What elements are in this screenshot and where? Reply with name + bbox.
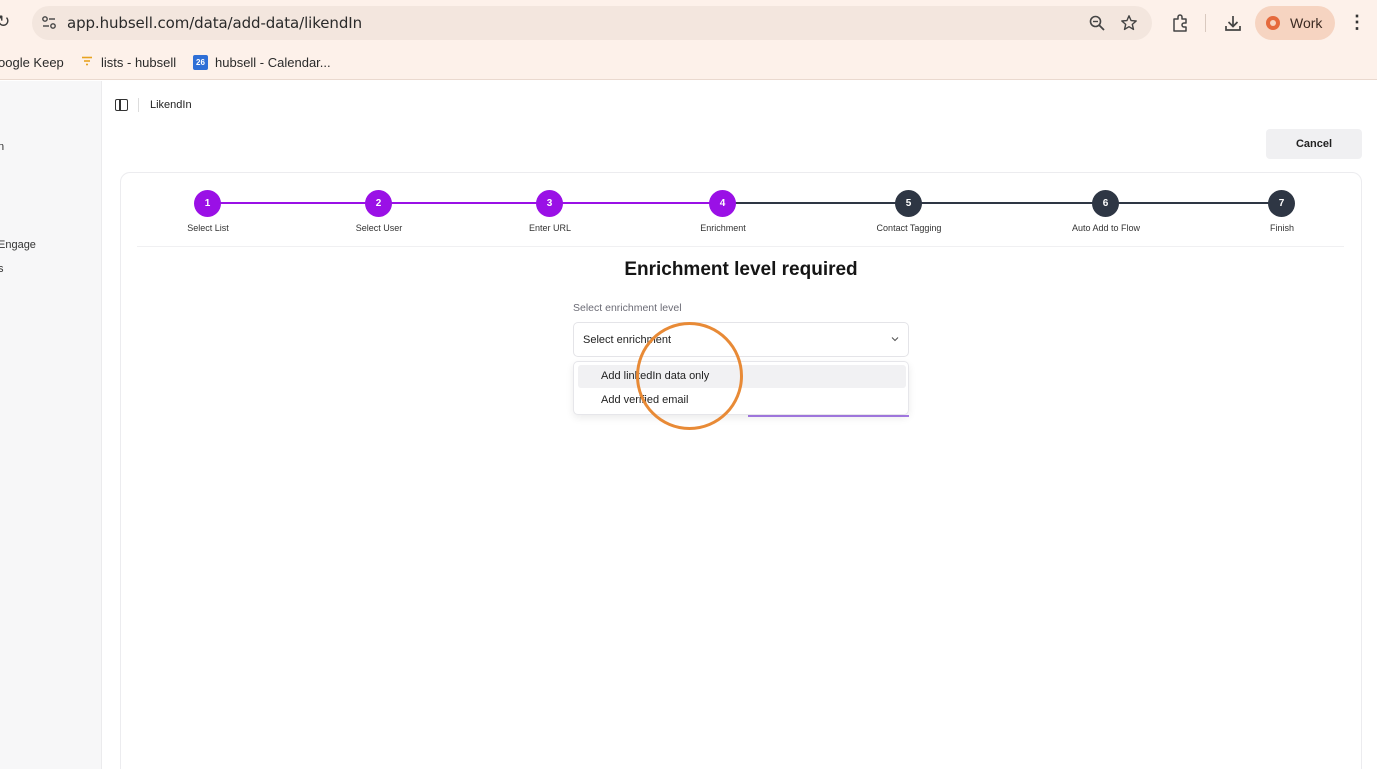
step-3-circle[interactable]: 3 bbox=[536, 190, 563, 217]
zoom-icon[interactable] bbox=[1088, 14, 1106, 32]
step-6-label: Auto Add to Flow bbox=[1071, 223, 1141, 233]
select-value: Select enrichment bbox=[583, 334, 672, 346]
step-connector bbox=[379, 202, 550, 204]
step-3-label: Enter URL bbox=[528, 223, 572, 233]
site-info-icon[interactable] bbox=[40, 14, 58, 32]
step-4-label: Enrichment bbox=[700, 223, 746, 233]
sidebar-toggle-icon[interactable] bbox=[115, 99, 128, 111]
step-connector bbox=[550, 202, 723, 204]
step-connector bbox=[723, 202, 909, 204]
profile-avatar-icon bbox=[1266, 16, 1280, 30]
section-heading: Enrichment level required bbox=[624, 259, 858, 280]
sidebar-item-1[interactable]: n bbox=[0, 141, 4, 153]
enrichment-dropdown-menu: Add linkedIn data only Add verified emai… bbox=[573, 361, 909, 415]
browser-toolbar: ↻ app.hubsell.com/data/add-data/likendIn… bbox=[0, 0, 1377, 46]
step-6-circle[interactable]: 6 bbox=[1092, 190, 1119, 217]
stepper-divider bbox=[137, 246, 1344, 247]
option-linkedin-data-only[interactable]: Add linkedIn data only bbox=[578, 365, 906, 388]
step-7-label: Finish bbox=[1269, 223, 1295, 233]
enrichment-select[interactable]: Select enrichment bbox=[573, 322, 909, 357]
cancel-button[interactable]: Cancel bbox=[1266, 129, 1362, 159]
step-1-label: Select List bbox=[187, 223, 229, 233]
profile-button[interactable]: Work bbox=[1255, 6, 1335, 40]
step-connector bbox=[909, 202, 1106, 204]
reload-icon[interactable]: ↻ bbox=[0, 12, 10, 32]
step-4-circle[interactable]: 4 bbox=[709, 190, 736, 217]
extensions-icon[interactable] bbox=[1170, 13, 1190, 33]
step-1-circle[interactable]: 1 bbox=[194, 190, 221, 217]
address-bar[interactable]: app.hubsell.com/data/add-data/likendIn bbox=[32, 6, 1152, 40]
sidebar-item-engage[interactable]: Engage bbox=[0, 239, 36, 251]
step-2-circle[interactable]: 2 bbox=[365, 190, 392, 217]
page-title: LikendIn bbox=[150, 99, 192, 111]
filter-bookmark-icon bbox=[82, 56, 92, 66]
bookmark-lists-hubsell[interactable]: lists - hubsell bbox=[101, 55, 176, 70]
step-connector bbox=[1106, 202, 1282, 204]
bookmark-google-keep[interactable]: oogle Keep bbox=[0, 55, 64, 70]
toolbar-divider bbox=[1205, 14, 1206, 32]
profile-label: Work bbox=[1290, 15, 1323, 31]
step-5-label: Contact Tagging bbox=[876, 223, 942, 233]
breadcrumb-divider bbox=[138, 98, 139, 112]
download-icon[interactable] bbox=[1223, 13, 1243, 33]
next-button-edge bbox=[748, 415, 909, 417]
step-2-label: Select User bbox=[355, 223, 403, 233]
bookmark-hubsell-calendar[interactable]: hubsell - Calendar... bbox=[215, 55, 331, 70]
enrichment-field-label: Select enrichment level bbox=[573, 302, 682, 314]
bookmark-star-icon[interactable] bbox=[1120, 14, 1138, 32]
app-sidebar: n Engage s bbox=[0, 81, 102, 769]
step-connector bbox=[208, 202, 379, 204]
chevron-down-icon bbox=[891, 337, 899, 342]
step-7-circle[interactable]: 7 bbox=[1268, 190, 1295, 217]
url-text[interactable]: app.hubsell.com/data/add-data/likendIn bbox=[67, 14, 362, 32]
option-verified-email[interactable]: Add verified email bbox=[578, 389, 906, 412]
step-5-circle[interactable]: 5 bbox=[895, 190, 922, 217]
calendar-bookmark-icon: 26 bbox=[193, 55, 208, 70]
browser-menu-icon[interactable]: ⋮ bbox=[1348, 12, 1366, 33]
